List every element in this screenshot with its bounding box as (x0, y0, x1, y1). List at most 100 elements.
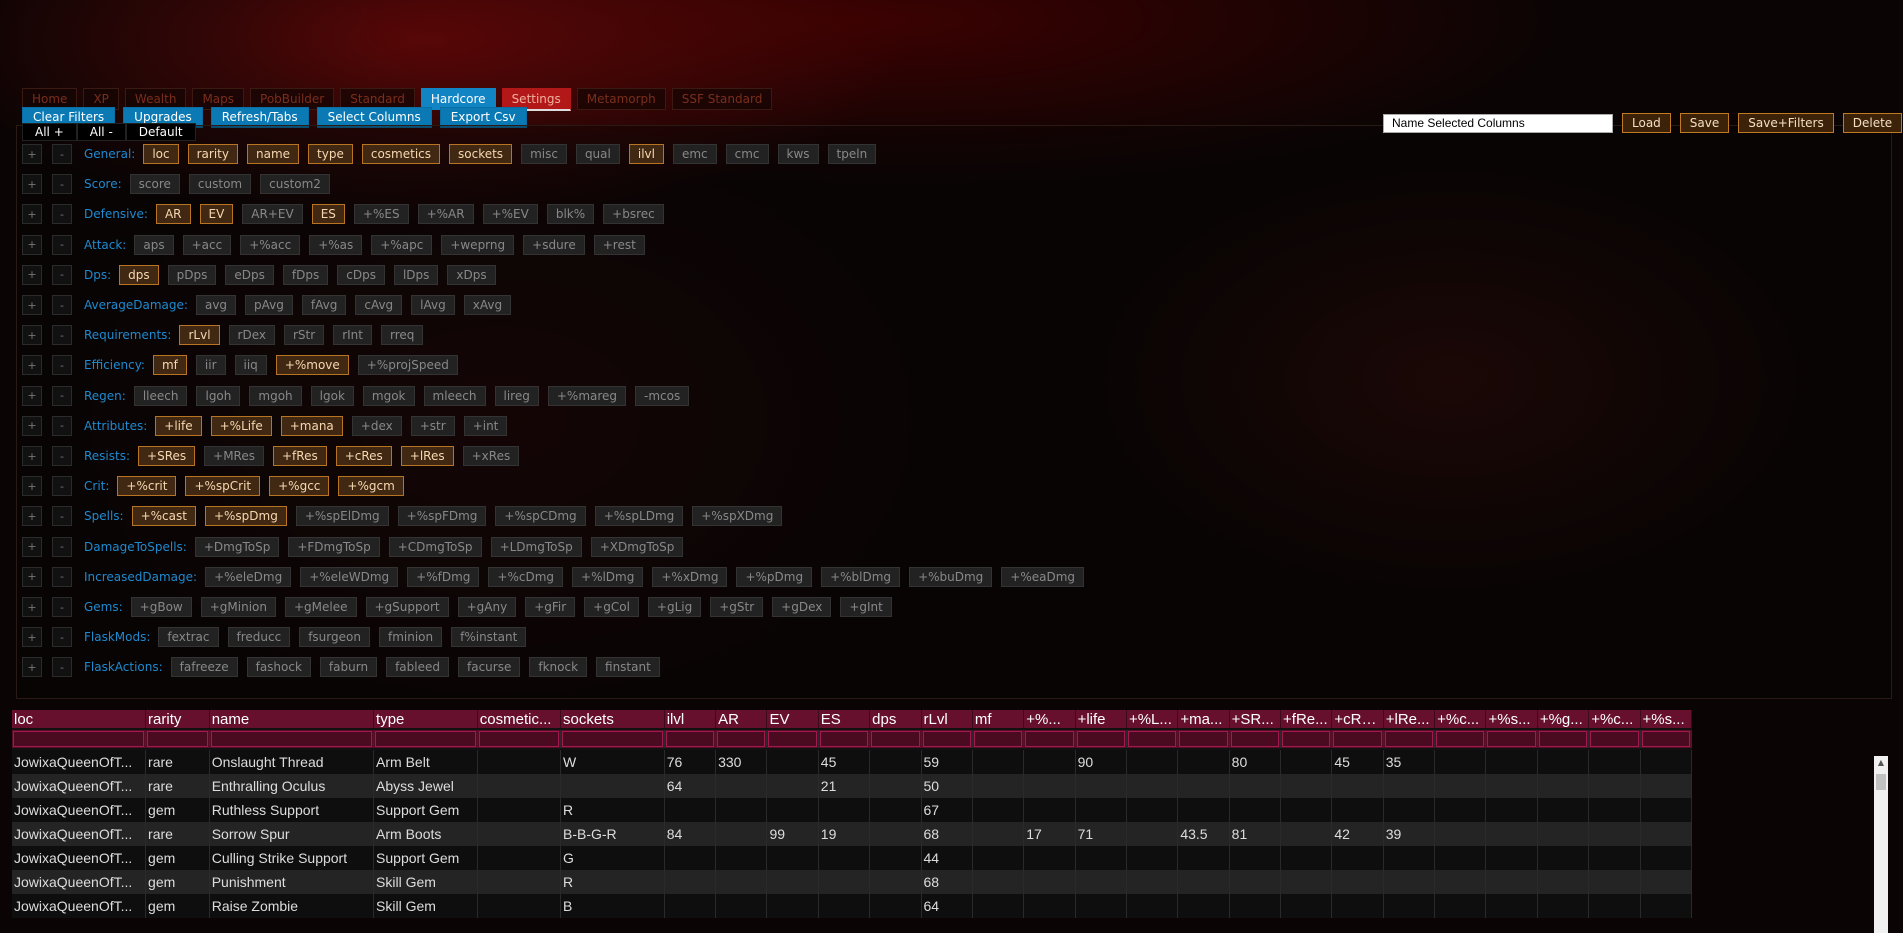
column-header[interactable]: +%... (1023, 710, 1076, 729)
column-toggle-speldmg[interactable]: +%spElDmg (295, 506, 389, 527)
column-filter-input[interactable] (210, 731, 373, 747)
column-toggle-budmg[interactable]: +%buDmg (909, 566, 993, 587)
column-toggle-es[interactable]: ES (311, 204, 345, 225)
minus-button[interactable]: - (52, 325, 72, 346)
column-filter-input[interactable] (1076, 731, 1125, 747)
column-filter-input[interactable] (1127, 731, 1177, 747)
table-row[interactable]: JowixaQueenOfT... gem Raise Zombie Skill Ge… (12, 894, 1693, 918)
column-toggle-fashock[interactable]: fashock (246, 657, 311, 678)
column-toggle-acc[interactable]: +acc (182, 234, 232, 255)
column-toggle-pdps[interactable]: pDps (167, 264, 217, 285)
column-toggle-fdps[interactable]: fDps (282, 264, 329, 285)
default-button[interactable]: Default (125, 123, 196, 141)
column-toggle-ev[interactable]: +%EV (482, 204, 538, 225)
column-filter-input[interactable] (375, 731, 476, 747)
all-minus-button[interactable]: All - (76, 123, 126, 141)
column-toggle-fdmg[interactable]: +%fDmg (407, 566, 480, 587)
column-toggle-cosmetics[interactable]: cosmetics (361, 144, 440, 164)
column-toggle-gbow[interactable]: +gBow (130, 597, 192, 617)
column-toggle-ev[interactable]: EV (199, 204, 234, 225)
column-toggle-dps[interactable]: dps (119, 264, 159, 285)
column-toggle-gdex[interactable]: +gDex (772, 597, 832, 617)
plus-button[interactable]: + (22, 597, 42, 617)
column-toggle-move[interactable]: +%move (275, 355, 349, 376)
column-toggle-name[interactable]: name (247, 144, 300, 164)
column-toggle-freducc[interactable]: freducc (227, 627, 291, 648)
column-toggle-xdmgtosp[interactable]: +XDmgToSp (590, 536, 684, 557)
column-header[interactable]: EV (766, 710, 819, 729)
column-toggle-gsupport[interactable]: +gSupport (365, 597, 449, 617)
column-toggle-gcm[interactable]: +%gcm (338, 476, 404, 497)
column-toggle-sdure[interactable]: +sdure (523, 234, 585, 255)
column-header[interactable]: +%g... (1537, 710, 1590, 729)
column-toggle-qual[interactable]: qual (575, 144, 620, 164)
column-toggle-favg[interactable]: fAvg (301, 295, 347, 315)
column-toggle-ldmg[interactable]: +%lDmg (572, 566, 644, 587)
column-toggle-rarity[interactable]: rarity (187, 144, 238, 164)
column-toggle-score[interactable]: score (129, 174, 180, 195)
column-filter-input[interactable] (1487, 731, 1536, 747)
column-toggle-bldmg[interactable]: +%blDmg (821, 566, 901, 587)
column-toggle-gcc[interactable]: +%gcc (269, 476, 330, 497)
table-row[interactable]: JowixaQueenOfT... gem Culling Strike Suppo… (12, 846, 1693, 870)
plus-button[interactable]: + (22, 627, 42, 648)
load-button[interactable]: Load (1622, 113, 1671, 133)
column-toggle-str[interactable]: +str (410, 415, 455, 436)
plus-button[interactable]: + (22, 385, 42, 406)
plus-button[interactable]: + (22, 506, 42, 527)
column-filter-input[interactable] (1590, 731, 1639, 747)
column-toggle-mgoh[interactable]: mgoh (249, 385, 302, 406)
column-toggle-projspeed[interactable]: +%projSpeed (357, 355, 458, 376)
column-toggle-crit[interactable]: +%crit (117, 476, 177, 497)
column-toggle-dex[interactable]: +dex (351, 415, 402, 436)
minus-button[interactable]: - (52, 355, 72, 376)
column-toggle-spxdmg[interactable]: +%spXDmg (692, 506, 783, 527)
column-toggle-fableed[interactable]: fableed (386, 657, 449, 678)
grid-scrollbar[interactable]: ▲ (1874, 756, 1888, 933)
column-toggle-edps[interactable]: eDps (225, 264, 274, 285)
plus-button[interactable]: + (22, 536, 42, 557)
column-toggle-fdmgtosp[interactable]: +FDmgToSp (288, 536, 380, 557)
column-toggle-dmgtosp[interactable]: +DmgToSp (194, 536, 280, 557)
column-filter-input[interactable] (478, 731, 559, 747)
minus-button[interactable]: - (52, 597, 72, 617)
column-header[interactable]: AR (715, 710, 768, 729)
save-filters-button[interactable]: Save+Filters (1738, 113, 1834, 133)
minus-button[interactable]: - (52, 446, 72, 466)
column-toggle-gmelee[interactable]: +gMelee (284, 597, 357, 617)
plus-button[interactable]: + (22, 657, 42, 678)
column-filter-input[interactable] (13, 731, 145, 747)
table-row[interactable]: JowixaQueenOfT... gem Ruthless Support Supp… (12, 798, 1693, 822)
column-filter-input[interactable] (665, 731, 715, 747)
column-toggle-sockets[interactable]: sockets (449, 144, 513, 164)
column-toggle-fsurgeon[interactable]: fsurgeon (299, 627, 370, 648)
column-toggle-lireg[interactable]: lireg (494, 385, 539, 406)
column-toggle-lgok[interactable]: lgok (310, 385, 354, 406)
column-toggle-ar[interactable]: AR (155, 204, 191, 225)
column-toggle-rstr[interactable]: rStr (283, 325, 325, 346)
column-toggle-spdmg[interactable]: +%spDmg (204, 506, 287, 527)
column-toggle-lleech[interactable]: lleech (133, 385, 188, 406)
plus-button[interactable]: + (22, 144, 42, 164)
tab-metamorph[interactable]: Metamorph (576, 88, 666, 110)
column-toggle-spldmg[interactable]: +%spLDmg (594, 506, 684, 527)
column-toggle-cdmgtosp[interactable]: +CDmgToSp (388, 536, 482, 557)
column-toggle-xres[interactable]: +xRes (462, 446, 520, 466)
column-toggle-type[interactable]: type (308, 144, 353, 164)
column-toggle-gstr[interactable]: +gStr (710, 597, 764, 617)
column-toggle-fextrac[interactable]: fextrac (158, 627, 219, 648)
column-toggle-lavg[interactable]: lAvg (411, 295, 455, 315)
column-header[interactable]: type (373, 710, 478, 729)
column-toggle-acc[interactable]: +%acc (240, 234, 301, 255)
plus-button[interactable]: + (22, 325, 42, 346)
table-row[interactable]: JowixaQueenOfT... rare Enthralling Oculus A… (12, 774, 1693, 798)
column-filter-input[interactable] (1282, 731, 1331, 747)
column-toggle-gminion[interactable]: +gMinion (200, 597, 276, 617)
minus-button[interactable]: - (52, 234, 72, 255)
column-toggle-ar-ev[interactable]: AR+EV (242, 204, 303, 225)
column-toggle-cast[interactable]: +%cast (131, 506, 196, 527)
column-header[interactable]: +life (1075, 710, 1127, 729)
column-header[interactable]: ES (818, 710, 871, 729)
column-filter-input[interactable] (1333, 731, 1382, 747)
plus-button[interactable]: + (22, 264, 42, 285)
